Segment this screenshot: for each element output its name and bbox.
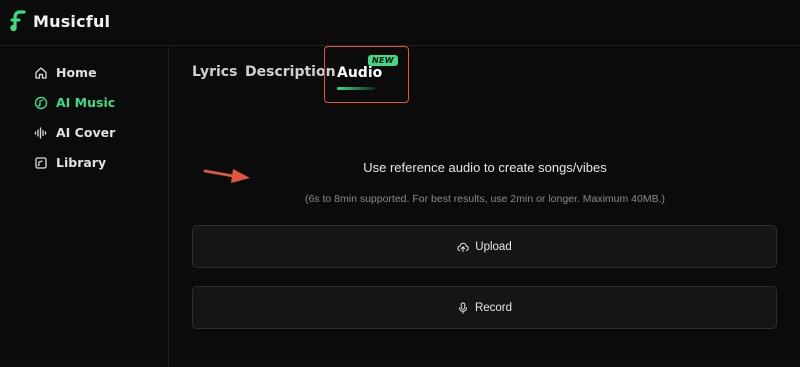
top-bar: Musicful [0,0,800,46]
record-label: Record [474,301,513,314]
microphone-icon [458,302,467,314]
waveform-icon [34,126,47,139]
upload-button[interactable]: Upload [192,225,777,268]
tab-audio[interactable]: Audio NEW [324,46,409,103]
tab-audio-label: Audio [337,65,383,81]
upload-cloud-icon [457,242,469,252]
musicful-logo-icon [10,10,26,32]
upload-label: Upload [475,240,512,253]
active-tab-indicator [337,87,375,90]
record-button[interactable]: Record [192,286,777,329]
sidebar: Home AI Music AI Cover Library [0,47,169,367]
sidebar-item-library[interactable]: Library [34,155,106,170]
sidebar-item-ai-cover[interactable]: AI Cover [34,125,115,140]
page-title: Use reference audio to create songs/vibe… [363,160,607,175]
home-icon [35,66,47,79]
brand[interactable]: Musicful [9,9,110,33]
library-icon [35,156,47,169]
upload-hint: (6s to 8min supported. For best results,… [304,193,666,205]
sidebar-item-label: AI Cover [56,125,116,140]
sidebar-item-label: Library [56,155,107,170]
tab-description[interactable]: Description [245,64,336,80]
new-badge: NEW [368,55,398,66]
sidebar-item-label: Home [56,65,97,80]
sidebar-item-ai-music[interactable]: AI Music [34,95,115,110]
brand-name: Musicful [33,11,111,31]
tab-lyrics[interactable]: Lyrics [192,64,237,80]
music-disc-icon [34,96,48,109]
sidebar-item-label: AI Music [56,95,116,110]
sidebar-item-home[interactable]: Home [34,65,97,80]
